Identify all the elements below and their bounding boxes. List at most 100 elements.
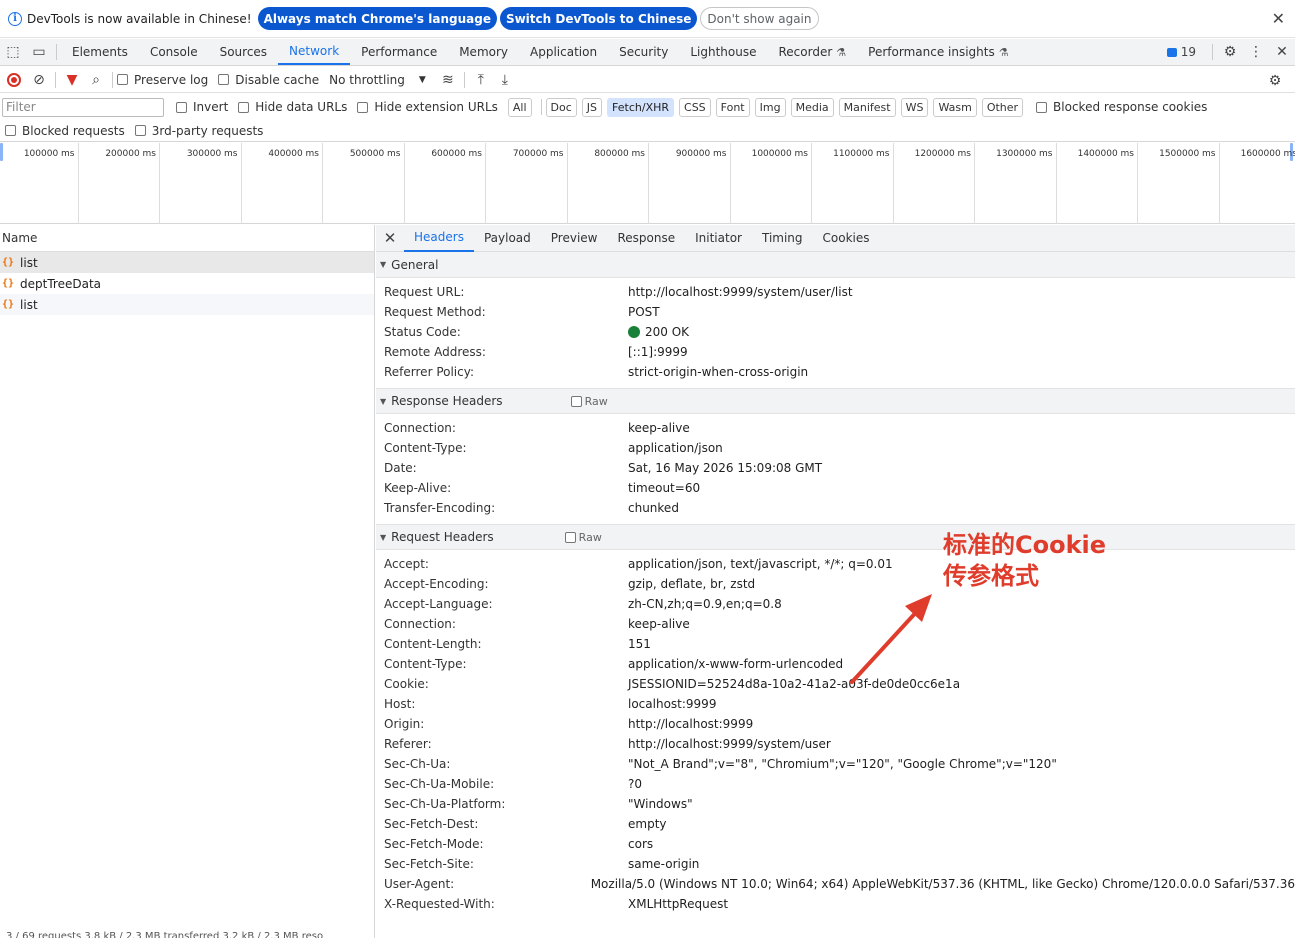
throttling-select[interactable]: No throttling ▼ (329, 73, 426, 87)
header-value: application/json, text/javascript, */*; … (628, 557, 893, 571)
filter-input[interactable]: Filter (2, 97, 164, 117)
tab-timing[interactable]: Timing (752, 225, 813, 252)
request-headers-section-header[interactable]: ▼ Request Headers Raw (376, 524, 1295, 550)
timeline-overview[interactable]: 100000 ms 200000 ms 300000 ms 400000 ms 5000… (0, 143, 1295, 224)
header-name: Accept: (384, 557, 429, 571)
timeline-tick: 300000 ms (163, 143, 242, 224)
blocked-requests-checkbox[interactable]: Blocked requests (5, 124, 125, 138)
header-name: Referrer Policy: (384, 365, 474, 379)
name-column-header[interactable]: Name (0, 225, 374, 252)
request-name: list (20, 297, 38, 312)
caret-down-icon: ▼ (380, 396, 387, 406)
type-filter-all[interactable]: All (507, 97, 532, 117)
checkbox-box (134, 125, 146, 136)
header-value: strict-origin-when-cross-origin (628, 365, 809, 379)
status-summary: 3 / 69 requests 3.8 kB / 2.3 MB transfer… (6, 931, 324, 938)
type-filter-manifest[interactable]: Manifest (838, 97, 896, 117)
request-row[interactable]: {} deptTreeData (0, 273, 374, 294)
import-har-icon[interactable]: ⤒ (469, 68, 493, 92)
clear-icon[interactable]: ⊘ (27, 68, 51, 92)
tab-initiator[interactable]: Initiator (685, 225, 752, 252)
device-toolbar-icon[interactable]: ▭ (26, 39, 52, 65)
checkbox-box (570, 395, 582, 407)
tab-application[interactable]: Application (519, 39, 608, 65)
hide-data-urls-checkbox[interactable]: Hide data URLs (238, 100, 347, 114)
invert-checkbox[interactable]: Invert (176, 100, 228, 114)
tab-memory[interactable]: Memory (448, 39, 519, 65)
type-filter-css[interactable]: CSS (679, 97, 711, 117)
record-icon[interactable] (7, 72, 21, 87)
close-devtools-icon[interactable]: ✕ (1269, 39, 1295, 65)
tab-elements[interactable]: Elements (61, 39, 139, 65)
header-name: Remote Address: (384, 345, 486, 359)
switch-chinese-button[interactable]: Switch DevTools to Chinese (499, 7, 698, 30)
preserve-log-checkbox[interactable]: Preserve log (117, 73, 208, 87)
type-filter-media[interactable]: Media (790, 97, 834, 117)
filter-icon[interactable]: ▼ (60, 68, 84, 92)
general-section-header[interactable]: ▼ General (376, 252, 1295, 278)
network-settings-icon[interactable]: ⚙ (1263, 69, 1287, 93)
hide-extension-urls-checkbox[interactable]: Hide extension URLs (357, 100, 498, 114)
timeline-tick-label: 400000 ms (268, 149, 319, 159)
blocked-response-cookies-checkbox[interactable]: Blocked response cookies (1036, 100, 1207, 114)
export-har-icon[interactable]: ⤓ (493, 68, 517, 92)
inspect-element-icon[interactable]: ⬚ (0, 39, 26, 65)
tab-cookies[interactable]: Cookies (813, 225, 880, 252)
timeline-tick: 1100000 ms (815, 143, 894, 224)
divider (112, 71, 113, 88)
header-name: Accept-Encoding: (384, 577, 489, 591)
type-filter-fetch-xhr[interactable]: Fetch/XHR (607, 97, 675, 117)
tab-console[interactable]: Console (139, 39, 209, 65)
type-filter-font[interactable]: Font (715, 97, 750, 117)
checkbox-box (357, 101, 369, 113)
search-icon[interactable]: ⌕ (84, 68, 108, 92)
request-raw-checkbox[interactable]: Raw (564, 531, 602, 544)
raw-label: Raw (584, 394, 608, 408)
request-row[interactable]: {} list (0, 252, 374, 273)
timeline-tick: 700000 ms (489, 143, 568, 224)
type-filter-wasm[interactable]: Wasm (933, 97, 977, 117)
close-icon[interactable]: ✕ (1272, 9, 1285, 28)
tab-security[interactable]: Security (608, 39, 679, 65)
type-filter-img[interactable]: Img (754, 97, 786, 117)
tab-recorder[interactable]: Recorder ⚗ (768, 39, 858, 65)
type-filter-js[interactable]: JS (581, 97, 603, 117)
header-name: Origin: (384, 717, 425, 731)
request-header-row: Accept-Encoding: gzip, deflate, br, zstd (376, 574, 1295, 594)
third-party-requests-checkbox[interactable]: 3rd-party requests (134, 124, 263, 138)
tab-preview[interactable]: Preview (541, 225, 608, 252)
issues-counter[interactable]: 19 (1166, 45, 1196, 59)
settings-gear-icon[interactable]: ⚙ (1217, 39, 1243, 65)
header-value: empty (628, 817, 667, 831)
tab-payload[interactable]: Payload (474, 225, 541, 252)
tab-sources[interactable]: Sources (209, 39, 278, 65)
network-conditions-icon[interactable]: ≋ (436, 68, 460, 92)
request-header-row: Referer: http://localhost:9999/system/use… (376, 734, 1295, 754)
timeline-tick-label: 100000 ms (23, 149, 75, 159)
checkbox-box (218, 74, 230, 85)
type-filter-other[interactable]: Other (981, 97, 1024, 117)
close-detail-icon[interactable]: ✕ (376, 229, 404, 247)
divider (540, 99, 542, 115)
tab-lighthouse[interactable]: Lighthouse (679, 39, 767, 65)
tab-network[interactable]: Network (278, 39, 351, 65)
more-options-icon[interactable]: ⋮ (1243, 39, 1269, 65)
request-header-row: Sec-Ch-Ua-Platform: "Windows" (376, 794, 1295, 814)
header-name: Sec-Ch-Ua: (384, 757, 451, 771)
tab-performance-insights-label: Performance insights (868, 45, 995, 59)
header-name: Content-Type: (384, 657, 467, 671)
match-language-button[interactable]: Always match Chrome's language (257, 7, 497, 30)
response-headers-section-header[interactable]: ▼ Response Headers Raw (376, 388, 1295, 414)
type-filter-doc[interactable]: Doc (545, 97, 577, 117)
request-row[interactable]: {} list (0, 294, 374, 315)
response-raw-checkbox[interactable]: Raw (570, 394, 608, 408)
disable-cache-checkbox[interactable]: Disable cache (218, 73, 319, 87)
tab-response[interactable]: Response (607, 225, 685, 252)
type-filter-ws[interactable]: WS (900, 97, 929, 117)
tab-performance[interactable]: Performance (350, 39, 448, 65)
header-value: http://localhost:9999 (628, 717, 754, 731)
dont-show-again-button[interactable]: Don't show again (700, 7, 819, 30)
timeline-tick: 1300000 ms (978, 143, 1057, 224)
tab-headers[interactable]: Headers (404, 225, 474, 252)
tab-performance-insights[interactable]: Performance insights ⚗ (857, 39, 1019, 65)
